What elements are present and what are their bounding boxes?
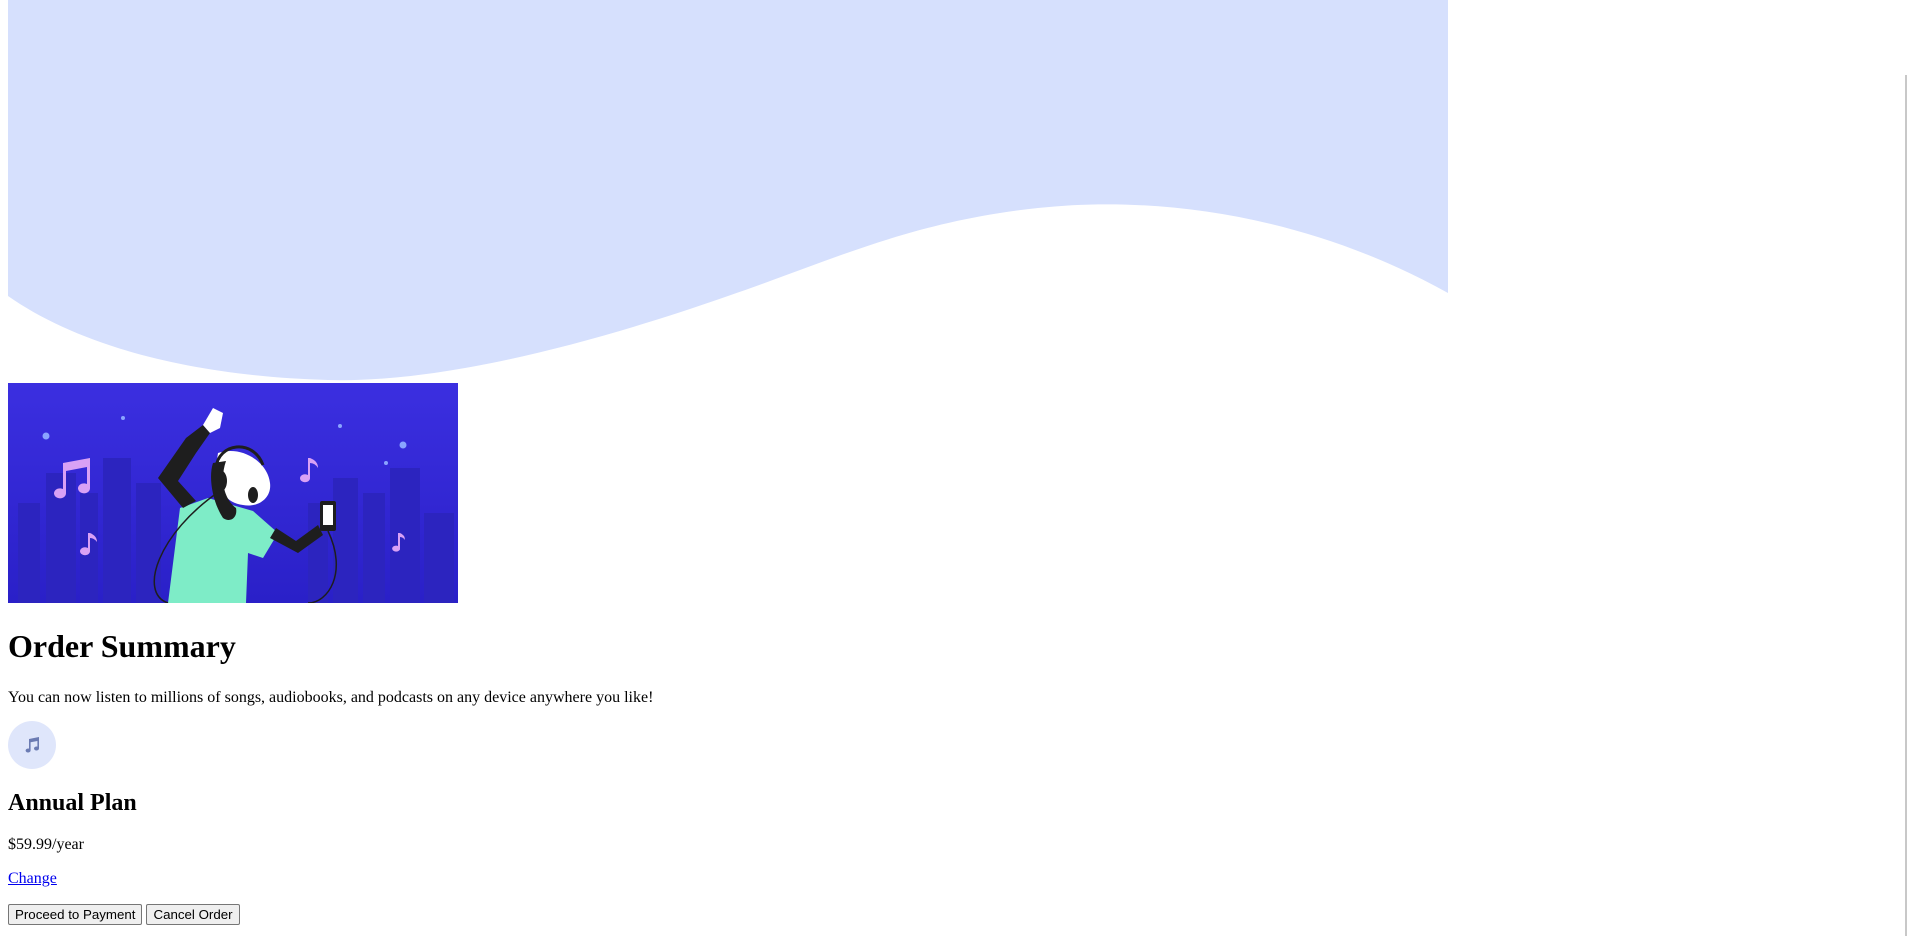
order-summary-card: Order Summary You can now listen to mill… (8, 383, 1008, 925)
music-note-icon (25, 737, 39, 753)
plan-icon-badge (8, 721, 56, 769)
action-buttons: Proceed to Payment Cancel Order (8, 904, 1008, 925)
cancel-order-button[interactable]: Cancel Order (146, 904, 240, 925)
hero-illustration (8, 383, 458, 603)
order-description: You can now listen to millions of songs,… (8, 689, 654, 706)
wave-background (8, 0, 1448, 381)
plan-name: Annual Plan (8, 790, 137, 816)
page-title: Order Summary (8, 628, 236, 664)
plan-price: $59.99/year (8, 836, 84, 853)
page: Order Summary You can now listen to mill… (0, 0, 1907, 936)
proceed-to-payment-button[interactable]: Proceed to Payment (8, 904, 143, 925)
change-plan-link[interactable]: Change (8, 870, 57, 888)
